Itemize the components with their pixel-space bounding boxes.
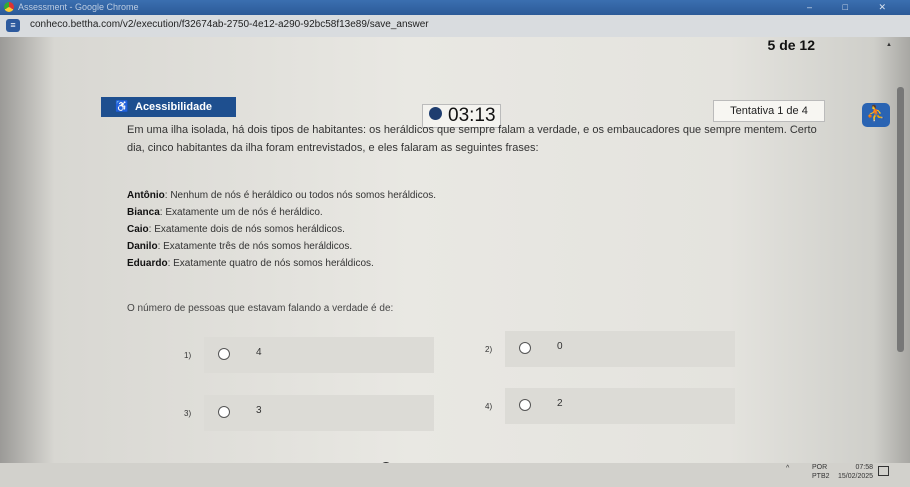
option-value: 0 bbox=[557, 341, 563, 352]
language-indicator[interactable]: POR PTB2 bbox=[812, 463, 830, 481]
speaker-name: Danilo bbox=[127, 241, 158, 252]
statement-item: Danilo: Exatamente três de nós somos her… bbox=[127, 238, 436, 255]
statement-item: Antônio: Nenhum de nós é heráldico ou to… bbox=[127, 187, 436, 204]
accessibility-figure-icon: ⛹ bbox=[866, 106, 886, 123]
accessibility-button[interactable]: ♿ Acessibilidade bbox=[101, 97, 236, 117]
system-clock[interactable]: 07:58 15/02/2025 bbox=[838, 463, 873, 481]
radio-button[interactable] bbox=[218, 406, 230, 418]
statement-item: Eduardo: Exatamente quatro de nós somos … bbox=[127, 255, 436, 272]
statement-text: : Exatamente um de nós é heráldico. bbox=[159, 207, 323, 218]
speaker-name: Bianca bbox=[127, 207, 160, 218]
answer-option-1[interactable]: 1) 4 bbox=[184, 337, 434, 373]
wheelchair-icon: ♿ bbox=[115, 101, 129, 113]
statement-item: Caio: Exatamente dois de nós somos herál… bbox=[127, 221, 436, 238]
speaker-name: Eduardo bbox=[127, 258, 168, 269]
window-controls[interactable]: – □ ✕ bbox=[807, 0, 900, 15]
answer-option-4[interactable]: 4) 2 bbox=[485, 388, 735, 424]
speaker-name: Antônio bbox=[127, 190, 165, 201]
option-number: 2) bbox=[485, 345, 493, 354]
answer-option-2[interactable]: 2) 0 bbox=[485, 331, 735, 367]
radio-button[interactable] bbox=[519, 342, 531, 354]
assessment-page: 5 de 12 ▲ ♿ Acessibilidade 03:13 Tentativ… bbox=[0, 37, 910, 487]
attempt-badge: Tentativa 1 de 4 bbox=[713, 100, 825, 122]
radio-button[interactable] bbox=[519, 399, 531, 411]
radio-button[interactable] bbox=[218, 348, 230, 360]
question-prompt: O número de pessoas que estavam falando … bbox=[127, 303, 394, 314]
statement-list: Antônio: Nenhum de nós é heráldico ou to… bbox=[127, 187, 436, 272]
question-intro: Em uma ilha isolada, há dois tipos de ha… bbox=[127, 124, 817, 154]
chrome-logo-icon bbox=[4, 2, 14, 12]
statement-text: : Exatamente três de nós somos heráldico… bbox=[157, 241, 353, 252]
window-title-bar: Assessment - Google Chrome – □ ✕ bbox=[0, 0, 910, 15]
option-number: 4) bbox=[485, 402, 493, 411]
answer-option-3[interactable]: 3) 3 bbox=[184, 395, 434, 431]
address-bar[interactable]: ≡ conheco.bettha.com/v2/execution/f32674… bbox=[0, 15, 910, 38]
keyboard-layout: PTB2 bbox=[812, 473, 830, 480]
statement-text: : Exatamente quatro de nós somos heráldi… bbox=[167, 258, 374, 269]
accessibility-widget-button[interactable]: ⛹ bbox=[862, 103, 890, 127]
option-value: 4 bbox=[256, 347, 262, 358]
option-value: 3 bbox=[256, 405, 262, 416]
site-info-icon[interactable]: ≡ bbox=[6, 19, 20, 32]
statement-text: : Nenhum de nós é heráldico ou todos nós… bbox=[164, 190, 437, 201]
statement-item: Bianca: Exatamente um de nós é heráldico… bbox=[127, 204, 436, 221]
option-value: 2 bbox=[557, 398, 563, 409]
notification-icon[interactable] bbox=[878, 466, 889, 476]
windows-taskbar: ^ POR PTB2 07:58 15/02/2025 bbox=[0, 463, 910, 487]
url-text[interactable]: conheco.bettha.com/v2/execution/f32674ab… bbox=[30, 19, 429, 30]
language-code: POR bbox=[812, 464, 828, 471]
clock-date: 15/02/2025 bbox=[838, 473, 874, 480]
option-number: 1) bbox=[184, 351, 192, 360]
accessibility-label: Acessibilidade bbox=[135, 101, 213, 113]
statement-text: : Exatamente dois de nós somos heráldico… bbox=[148, 224, 345, 235]
question-progress: 5 de 12 bbox=[767, 37, 815, 53]
scroll-up-arrow-icon[interactable]: ▲ bbox=[886, 42, 892, 48]
clock-time: 07:58 bbox=[855, 464, 874, 471]
system-tray-chevron-icon[interactable]: ^ bbox=[786, 465, 789, 472]
scrollbar-thumb[interactable] bbox=[897, 87, 904, 352]
window-title: Assessment - Google Chrome bbox=[18, 2, 139, 12]
clock-icon bbox=[429, 107, 442, 121]
option-number: 3) bbox=[184, 409, 192, 418]
speaker-name: Caio bbox=[127, 224, 149, 235]
